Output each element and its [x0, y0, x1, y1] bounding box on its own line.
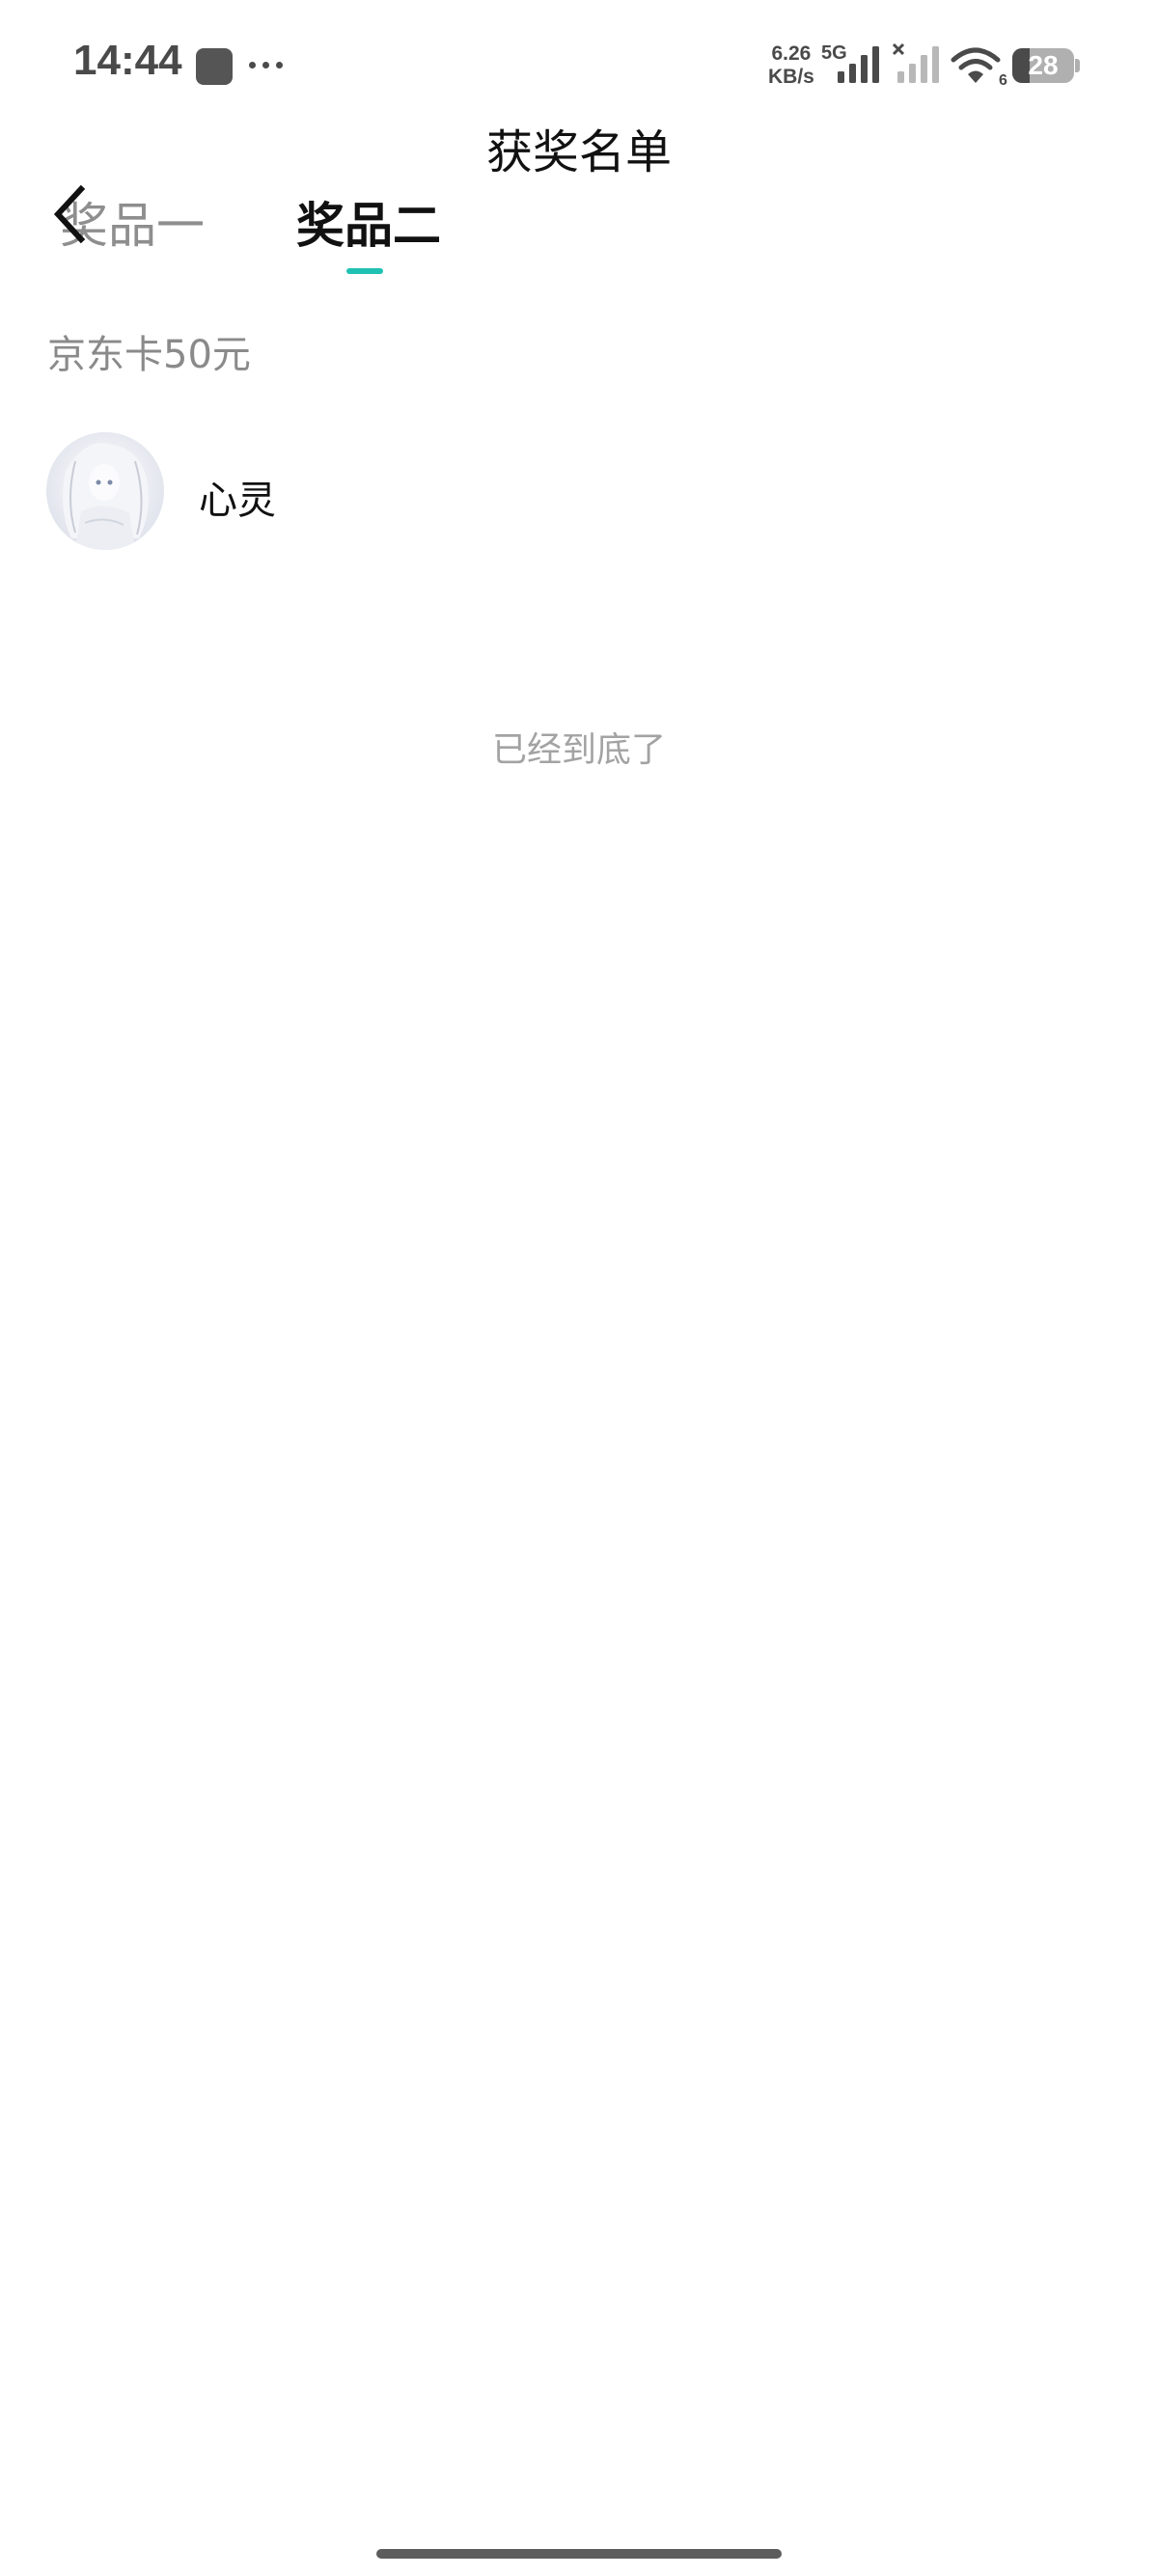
list-end-text: 已经到底了: [491, 730, 666, 770]
wifi-icon: 6: [951, 47, 1007, 87]
no-signal-icon: [892, 42, 939, 83]
more-notifications-icon: [249, 62, 283, 69]
winner-list-item[interactable]: 心灵: [0, 432, 1158, 554]
network-speed-unit: KB/s: [768, 66, 814, 88]
wifi-badge: 6: [999, 72, 1007, 87]
status-bar: 14:44 6.26 KB/s 5G 6 28: [0, 0, 1158, 125]
home-indicator[interactable]: [376, 2549, 782, 2559]
battery-level-text: 28: [1028, 50, 1059, 80]
network-speed-value: 6.26: [771, 42, 812, 65]
network-speed: 6.26 KB/s: [768, 42, 814, 89]
winner-name: 心灵: [199, 479, 276, 523]
notification-app-icon: [196, 48, 233, 85]
page-title: 获奖名单: [485, 125, 672, 179]
avatar-image: [46, 432, 164, 550]
status-time: 14:44: [73, 37, 182, 84]
prize-name: 京东卡50元: [47, 333, 251, 377]
battery-icon: 28: [1012, 48, 1074, 83]
signal-strength-icon: [838, 46, 879, 83]
tab-prize-2[interactable]: 奖品二: [296, 187, 441, 257]
active-tab-indicator: [346, 268, 383, 274]
battery-cap: [1075, 59, 1080, 72]
back-arrow-icon[interactable]: [48, 181, 96, 249]
avatar: [46, 432, 164, 550]
